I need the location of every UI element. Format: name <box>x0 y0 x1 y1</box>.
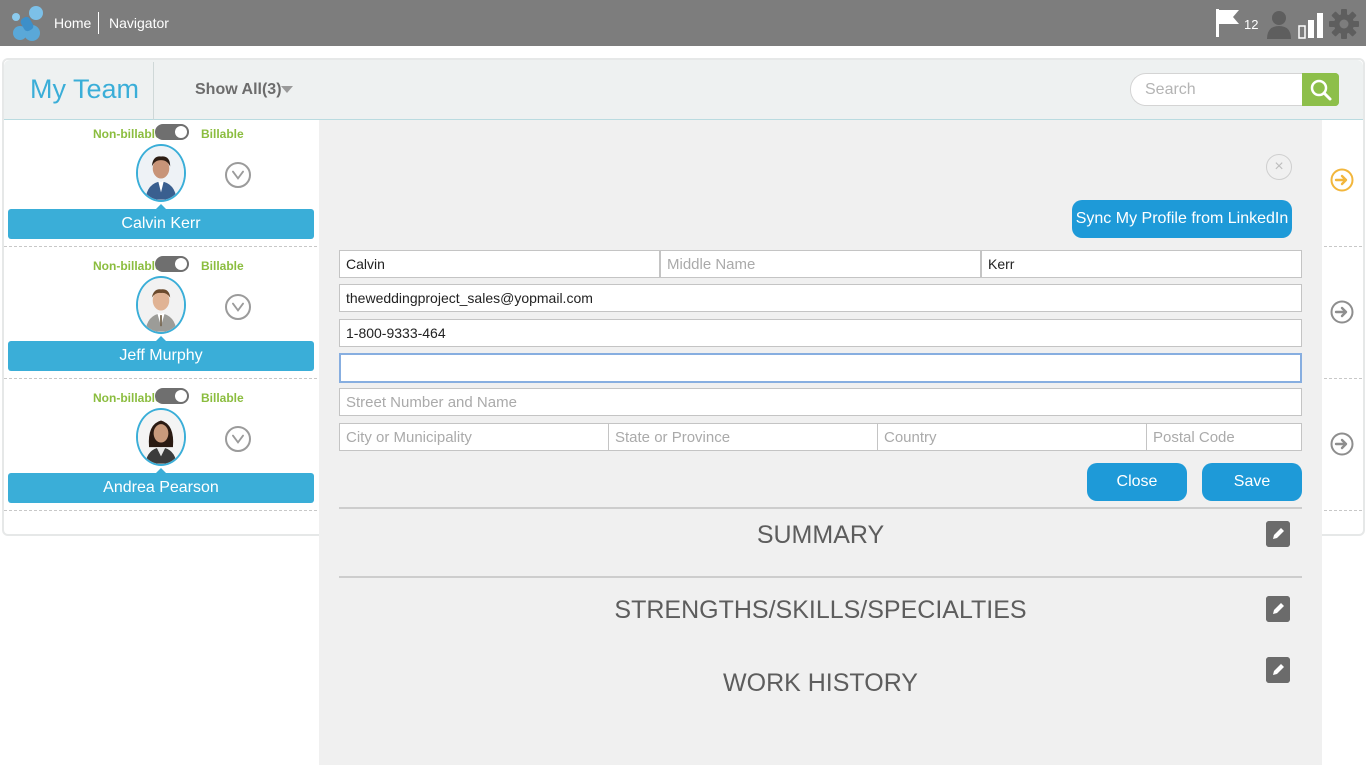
section-divider <box>339 507 1302 509</box>
show-all-filter[interactable]: Show All(3) <box>195 81 282 99</box>
member-card-calvin: Non-billable Billable Calvin Kerr <box>4 120 318 252</box>
billable-label: Billable <box>201 259 244 273</box>
phone-field[interactable] <box>339 319 1302 347</box>
close-button[interactable]: Close <box>1087 463 1187 501</box>
member-card-jeff: Non-billable Billable Jeff Murphy <box>4 252 318 384</box>
avatar[interactable] <box>136 144 186 202</box>
member-name[interactable]: Jeff Murphy <box>8 341 314 371</box>
toggle-knob <box>175 126 187 138</box>
postal-code-field[interactable] <box>1146 423 1302 451</box>
country-field[interactable] <box>877 423 1147 451</box>
sync-linkedin-button[interactable]: Sync My Profile from LinkedIn <box>1072 200 1292 238</box>
chevron-down-icon[interactable] <box>281 86 293 93</box>
middle-name-field[interactable] <box>660 250 981 278</box>
gear-icon[interactable] <box>1328 8 1360 40</box>
avatar[interactable] <box>136 276 186 334</box>
team-header: My Team Show All(3) <box>4 60 1363 120</box>
expand-icon[interactable] <box>225 162 251 188</box>
profile-editor-panel: × Sync My Profile from LinkedIn Close Sa… <box>319 120 1322 765</box>
edit-pencil-icon[interactable] <box>1266 521 1290 547</box>
search-box <box>1130 73 1304 106</box>
last-name-field[interactable] <box>981 250 1302 278</box>
billable-toggle[interactable] <box>155 256 189 272</box>
billable-label: Billable <box>201 391 244 405</box>
arrow-right-circle-icon[interactable] <box>1330 432 1354 456</box>
avatar[interactable] <box>136 408 186 466</box>
signal-bars-icon[interactable] <box>1298 11 1326 39</box>
flag-icon[interactable] <box>1214 8 1242 38</box>
non-billable-label: Non-billable <box>93 391 162 405</box>
nav-home-link[interactable]: Home <box>54 15 91 31</box>
member-name[interactable]: Calvin Kerr <box>8 209 314 239</box>
edit-pencil-icon[interactable] <box>1266 657 1290 683</box>
expand-icon[interactable] <box>225 426 251 452</box>
save-button[interactable]: Save <box>1202 463 1302 501</box>
nav-separator <box>98 12 99 34</box>
top-bar: Home Navigator 12 <box>0 0 1366 46</box>
non-billable-label: Non-billable <box>93 259 162 273</box>
search-input[interactable] <box>1145 80 1295 100</box>
city-field[interactable] <box>339 423 609 451</box>
section-skills: STRENGTHS/SKILLS/SPECIALTIES <box>614 596 1027 624</box>
close-icon[interactable]: × <box>1266 154 1292 180</box>
expand-icon[interactable] <box>225 294 251 320</box>
toggle-knob <box>175 390 187 402</box>
arrow-right-circle-icon[interactable] <box>1330 300 1354 324</box>
arrow-right-circle-icon-active[interactable] <box>1330 168 1354 192</box>
section-work-history: WORK HISTORY <box>723 669 918 697</box>
email-field[interactable] <box>339 284 1302 312</box>
section-summary: SUMMARY <box>756 521 885 549</box>
search-icon[interactable] <box>1302 73 1339 106</box>
page-title: My Team <box>30 74 140 104</box>
first-name-field[interactable] <box>339 250 660 278</box>
notification-count: 12 <box>1244 17 1259 32</box>
billable-toggle[interactable] <box>155 124 189 140</box>
user-icon[interactable] <box>1266 9 1292 39</box>
billable-label: Billable <box>201 127 244 141</box>
billable-toggle[interactable] <box>155 388 189 404</box>
header-divider <box>153 62 154 120</box>
app-logo-icon[interactable] <box>8 3 44 43</box>
street-field[interactable] <box>339 388 1302 416</box>
non-billable-label: Non-billable <box>93 127 162 141</box>
member-card-andrea: Non-billable Billable Andrea Pearson <box>4 384 318 516</box>
nav-navigator-link[interactable]: Navigator <box>109 15 169 31</box>
state-field[interactable] <box>608 423 878 451</box>
section-divider <box>339 576 1302 578</box>
member-name[interactable]: Andrea Pearson <box>8 473 314 503</box>
edit-pencil-icon[interactable] <box>1266 596 1290 622</box>
focused-blank-field[interactable] <box>339 353 1302 383</box>
toggle-knob <box>175 258 187 270</box>
